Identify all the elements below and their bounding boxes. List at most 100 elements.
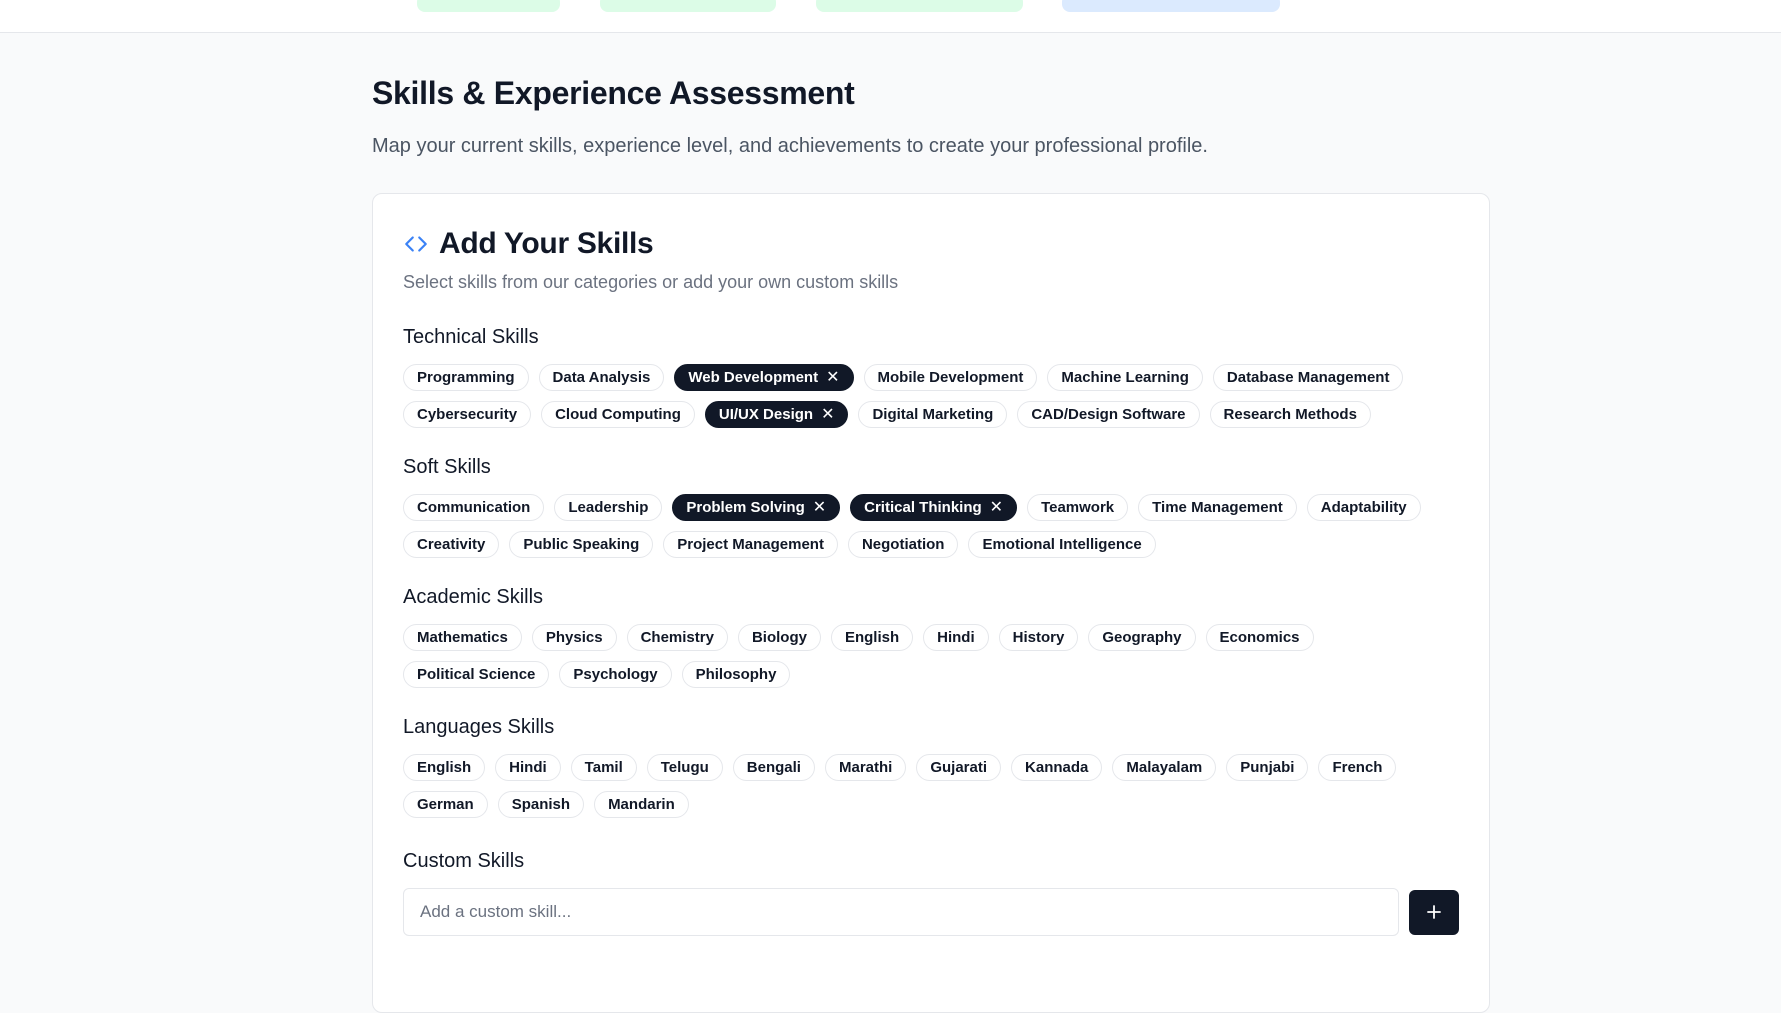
skill-chip[interactable]: Kannada (1011, 754, 1103, 781)
skill-chip-label: Project Management (677, 536, 824, 553)
skill-chip-label: Hindi (509, 759, 547, 776)
skill-categories: Technical Skills Programming Data Analysis… (403, 324, 1459, 818)
skill-chip[interactable]: Machine Learning (1047, 364, 1203, 391)
skill-chip[interactable]: Hindi (495, 754, 561, 781)
skill-chip-label: Data Analysis (552, 369, 651, 386)
close-icon[interactable]: ✕ (990, 499, 1003, 516)
close-icon[interactable]: ✕ (821, 406, 834, 423)
custom-skill-input[interactable] (403, 888, 1400, 936)
skill-chip[interactable]: Chemistry (626, 624, 728, 651)
skill-chip-label: Cybersecurity (417, 406, 518, 423)
skill-chip[interactable]: History (998, 624, 1079, 651)
skill-chip-label: CAD/Design Software (1031, 406, 1186, 423)
skill-chip[interactable]: English (403, 754, 486, 781)
category-title: Languages Skills (403, 716, 555, 738)
skill-chip-label: Philosophy (695, 666, 777, 683)
skill-chip[interactable]: Gujarati (916, 754, 1002, 781)
add-custom-skill-button[interactable] (1409, 889, 1459, 935)
skill-chip-selected[interactable]: Web Development ✕ (674, 364, 854, 391)
skill-chip-label: Economics (1219, 629, 1300, 646)
skill-chip[interactable]: Leadership (554, 494, 663, 521)
skill-category: Academic Skills Mathematics Physics Chemist… (403, 584, 1459, 688)
skill-chip[interactable]: German (403, 791, 488, 818)
skill-chip-label: Gujarati (930, 759, 988, 776)
skill-chip-label: Chemistry (640, 629, 714, 646)
skill-chip[interactable]: Database Management (1212, 364, 1404, 391)
skill-chip[interactable]: Economics (1205, 624, 1314, 651)
skill-chip-selected[interactable]: UI/UX Design ✕ (704, 401, 849, 428)
plus-icon (1425, 903, 1443, 921)
skill-chip[interactable]: Digital Marketing (858, 401, 1008, 428)
skill-chip[interactable]: Creativity (403, 531, 500, 558)
skill-chip[interactable]: Mobile Development (863, 364, 1038, 391)
skill-chip[interactable]: Marathi (824, 754, 907, 781)
step-pill-1[interactable] (417, 0, 560, 12)
skill-chip-selected[interactable]: Problem Solving ✕ (672, 494, 841, 521)
skill-chip[interactable]: Cloud Computing (541, 401, 695, 428)
custom-skills-section: Custom Skills (403, 848, 1459, 936)
skill-chip[interactable]: Mandarin (594, 791, 689, 818)
skill-chip[interactable]: Telugu (646, 754, 723, 781)
step-pill-3[interactable] (816, 0, 1023, 12)
skill-chip-label: Teamwork (1041, 499, 1115, 516)
skill-chip[interactable]: Teamwork (1027, 494, 1129, 521)
skill-chip[interactable]: Emotional Intelligence (968, 531, 1156, 558)
skill-chip[interactable]: Public Speaking (509, 531, 654, 558)
skill-chip[interactable]: Malayalam (1112, 754, 1217, 781)
skill-chip[interactable]: English (830, 624, 914, 651)
skill-chip[interactable]: Adaptability (1306, 494, 1421, 521)
step-pill-2[interactable] (600, 0, 776, 12)
add-skills-card: Add Your Skills Select skills from our c… (372, 193, 1490, 1013)
skill-chip[interactable]: Spanish (497, 791, 585, 818)
skill-chip-label: Biology (751, 629, 807, 646)
skill-chip-selected[interactable]: Critical Thinking ✕ (850, 494, 1018, 521)
skill-chip[interactable]: Punjabi (1226, 754, 1309, 781)
skill-chip-label: Bengali (746, 759, 801, 776)
skill-chip[interactable]: Psychology (559, 661, 672, 688)
skill-chip-label: Programming (417, 369, 515, 386)
skill-chip-label: English (417, 759, 472, 776)
skill-chip[interactable]: French (1318, 754, 1397, 781)
skill-chip-label: Tamil (584, 759, 623, 776)
skill-chip-label: Geography (1102, 629, 1182, 646)
skill-chip[interactable]: Biology (737, 624, 821, 651)
skill-chip[interactable]: Communication (403, 494, 545, 521)
skill-chip[interactable]: Data Analysis (538, 364, 665, 391)
skill-chip[interactable]: CAD/Design Software (1017, 401, 1200, 428)
skill-chip[interactable]: Cybersecurity (403, 401, 532, 428)
step-pill-4-active[interactable] (1062, 0, 1280, 12)
skill-chip-label: Leadership (568, 499, 649, 516)
skill-chip-label: Telugu (660, 759, 709, 776)
skill-chip[interactable]: Mathematics (403, 624, 522, 651)
skill-chip-label: Psychology (573, 666, 658, 683)
skill-chip-label: German (417, 796, 474, 813)
skill-chip[interactable]: Tamil (570, 754, 637, 781)
skill-chip[interactable]: Political Science (403, 661, 550, 688)
skill-chip-label: Web Development (688, 369, 819, 386)
skill-chip-label: Machine Learning (1061, 369, 1189, 386)
code-icon (403, 231, 429, 257)
skill-chip[interactable]: Negotiation (847, 531, 959, 558)
close-icon[interactable]: ✕ (813, 499, 826, 516)
skill-chip-list: Communication Leadership Problem Solving ✕ C… (403, 494, 1459, 558)
skill-chip[interactable]: Time Management (1138, 494, 1297, 521)
skill-chip[interactable]: Philosophy (681, 661, 791, 688)
skill-chip[interactable]: Geography (1088, 624, 1196, 651)
skill-category: Languages Skills English Hindi Tamil Telugu B… (403, 714, 1459, 818)
skill-chip-label: Punjabi (1240, 759, 1295, 776)
skill-chip[interactable]: Research Methods (1209, 401, 1371, 428)
skill-chip[interactable]: Bengali (732, 754, 815, 781)
custom-skills-title: Custom Skills (403, 850, 525, 872)
skill-chip-label: Spanish (511, 796, 571, 813)
top-progress-bar (0, 0, 1781, 33)
main-content: Skills & Experience Assessment Map your … (372, 70, 1492, 1013)
close-icon[interactable]: ✕ (826, 369, 839, 386)
skill-chip[interactable]: Programming (403, 364, 529, 391)
skill-chip-label: Public Speaking (523, 536, 640, 553)
skill-chip[interactable]: Physics (531, 624, 617, 651)
skill-chip[interactable]: Hindi (923, 624, 989, 651)
skill-chip-list: English Hindi Tamil Telugu Bengali Marathi Guj… (403, 754, 1459, 818)
skill-chip-label: Mandarin (608, 796, 675, 813)
skill-chip-label: English (844, 629, 900, 646)
skill-chip[interactable]: Project Management (663, 531, 838, 558)
